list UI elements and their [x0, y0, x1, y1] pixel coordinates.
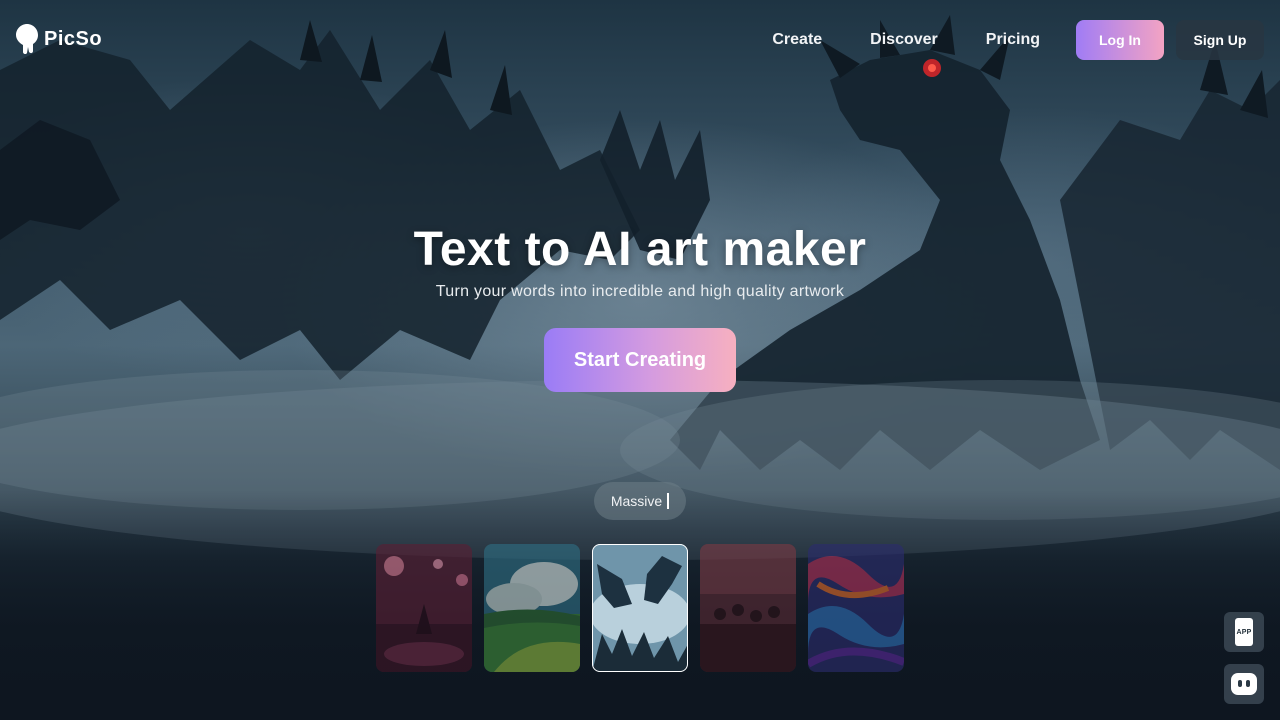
- app-badge-label: APP: [1236, 628, 1252, 636]
- hero-title: Text to AI art maker: [413, 223, 867, 276]
- login-button[interactable]: Log In: [1076, 20, 1164, 60]
- nav-link-pricing[interactable]: Pricing: [986, 20, 1040, 60]
- gallery-thumbnail-4[interactable]: [700, 544, 796, 672]
- brand-logo[interactable]: PicSo: [16, 24, 102, 54]
- gallery-thumbnail-3[interactable]: [592, 544, 688, 672]
- main-nav: Create Discover Pricing Log In Sign Up: [772, 20, 1264, 60]
- bot-eye-left: [1238, 680, 1242, 687]
- hero-subtitle: Turn your words into incredible and high…: [435, 283, 845, 300]
- anime-landscape-thumbnail: [484, 544, 580, 672]
- gallery-thumbnail-2[interactable]: [484, 544, 580, 672]
- style-chip[interactable]: Massive: [594, 482, 686, 520]
- nav-link-discover[interactable]: Discover: [870, 20, 938, 60]
- nav-link-create[interactable]: Create: [772, 20, 822, 60]
- gallery-thumbnail-1[interactable]: [376, 544, 472, 672]
- gallery-thumbnail-5[interactable]: [808, 544, 904, 672]
- style-gallery: [376, 544, 904, 672]
- dark-fantasy-thumbnail: [376, 544, 472, 672]
- style-chip-label: Massive: [610, 493, 663, 509]
- dragon-thumbnail: [592, 544, 688, 672]
- chat-support-button[interactable]: [1224, 664, 1264, 704]
- start-creating-button[interactable]: Start Creating: [544, 328, 736, 392]
- picso-logo-icon: [16, 24, 38, 54]
- brand-name: PicSo: [44, 27, 103, 50]
- signup-button[interactable]: Sign Up: [1176, 20, 1264, 60]
- abstract-colorful-thumbnail: [808, 544, 904, 672]
- top-navigation-bar: PicSo Create Discover Pricing Log In Sig…: [0, 0, 1280, 80]
- download-app-button[interactable]: APP: [1224, 612, 1264, 652]
- phone-app-icon: APP: [1235, 618, 1253, 646]
- text-caret: [667, 493, 670, 509]
- crowd-scene-thumbnail: [700, 544, 796, 672]
- hero-section: PicSo Create Discover Pricing Log In Sig…: [0, 0, 1280, 720]
- bot-eye-right: [1246, 680, 1250, 687]
- chat-bot-icon: [1231, 673, 1257, 695]
